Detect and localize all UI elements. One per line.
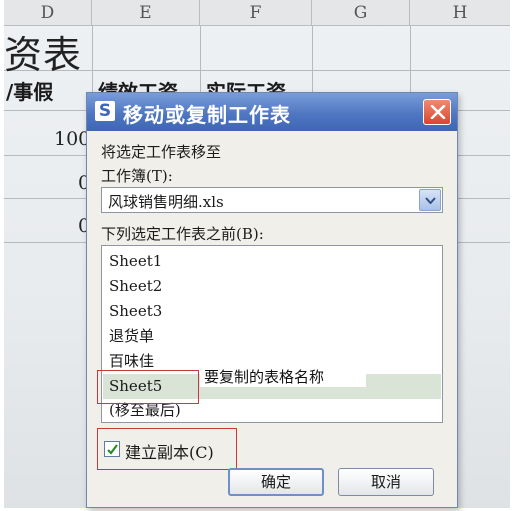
annotation-label: 要复制的表格名称 (200, 367, 366, 387)
header-cell-leave: /事假 (6, 80, 54, 104)
dialog-titlebar[interactable]: S 移动或复制工作表 (87, 93, 457, 131)
cancel-button[interactable]: 取消 (338, 468, 434, 496)
column-header-g[interactable]: G (312, 0, 410, 26)
checkmark-icon (107, 444, 118, 455)
highlight-box-sheet5 (97, 370, 199, 404)
app-icon: S (95, 101, 115, 121)
dialog-title: 移动或复制工作表 (123, 103, 291, 127)
column-header-row: D E F G H (4, 0, 510, 26)
column-header-h[interactable]: H (410, 0, 510, 26)
chevron-down-icon (425, 197, 436, 204)
column-header-e[interactable]: E (92, 0, 200, 26)
instruction-label: 将选定工作表移至 (101, 143, 222, 161)
create-copy-label[interactable]: 建立副本(C) (125, 439, 214, 463)
cell-value: 100 (54, 128, 91, 150)
workbook-label: 工作簿(T): (101, 167, 173, 185)
list-item-sheet1[interactable]: Sheet1 (103, 249, 441, 274)
create-copy-checkbox[interactable] (104, 441, 120, 457)
list-item-returns[interactable]: 退货单 (103, 324, 441, 349)
column-header-d[interactable]: D (4, 0, 92, 26)
column-header-f[interactable]: F (200, 0, 312, 26)
list-item-sheet2[interactable]: Sheet2 (103, 274, 441, 299)
sheet-title-fragment: 资表 (4, 33, 83, 77)
ok-button[interactable]: 确定 (228, 468, 324, 496)
before-sheet-label: 下列选定工作表之前(B): (101, 225, 264, 243)
workbook-select-value: 风球销售明细.xls (108, 193, 224, 211)
list-item-sheet3[interactable]: Sheet3 (103, 299, 441, 324)
workbook-select[interactable]: 风球销售明细.xls (101, 187, 443, 213)
close-button[interactable] (423, 99, 451, 125)
dropdown-button[interactable] (419, 189, 441, 211)
close-icon (430, 105, 446, 119)
